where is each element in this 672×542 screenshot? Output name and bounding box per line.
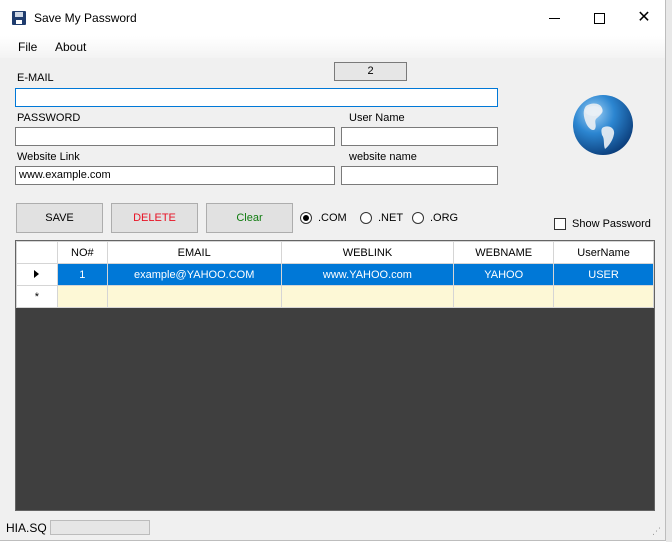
header-row: NO# EMAIL WEBLINK WEBNAME UserName	[16, 241, 654, 264]
show-password-checkbox[interactable]	[554, 218, 566, 230]
records-grid[interactable]: NO# EMAIL WEBLINK WEBNAME UserName 1 exa…	[15, 240, 655, 511]
row-header[interactable]	[16, 263, 58, 286]
table-row[interactable]: 1 example@YAHOO.COM www.YAHOO.com YAHOO …	[16, 263, 654, 286]
close-button[interactable]: ✕	[622, 4, 665, 32]
column-header-email[interactable]: EMAIL	[106, 241, 282, 264]
menu-file[interactable]: File	[18, 40, 37, 54]
new-cell[interactable]	[106, 285, 282, 308]
new-row-star-icon: *	[34, 290, 40, 303]
website-name-label: website name	[349, 151, 417, 163]
radio-com-label: .COM	[318, 212, 347, 224]
show-password-label: Show Password	[572, 218, 651, 230]
new-cell[interactable]	[56, 285, 108, 308]
records-table: NO# EMAIL WEBLINK WEBNAME UserName 1 exa…	[16, 241, 654, 308]
current-row-arrow-icon	[34, 269, 40, 278]
menu-about[interactable]: About	[55, 40, 86, 54]
password-field[interactable]	[15, 127, 335, 146]
radio-net-label: .NET	[378, 212, 404, 224]
status-label: HIA.SQ	[6, 521, 47, 535]
website-link-field[interactable]: www.example.com	[15, 166, 335, 185]
new-cell[interactable]	[453, 285, 555, 308]
resize-grip-icon[interactable]: ⋰	[652, 526, 661, 537]
minimize-button[interactable]	[532, 4, 576, 32]
new-row-header[interactable]: *	[16, 285, 58, 308]
cell-username[interactable]: USER	[553, 263, 654, 286]
username-label: User Name	[349, 112, 405, 124]
column-header-no[interactable]: NO#	[56, 241, 108, 264]
globe-icon	[573, 95, 633, 155]
column-header-username[interactable]: UserName	[553, 241, 654, 264]
email-label: E-MAIL	[17, 72, 54, 84]
record-counter: 2	[334, 62, 407, 81]
radio-com[interactable]	[300, 212, 312, 224]
title-bar[interactable]: Save My Password ✕	[0, 0, 665, 36]
cell-weblink[interactable]: www.YAHOO.com	[280, 263, 455, 286]
status-bar: HIA.SQ ⋰	[0, 515, 665, 540]
window-title: Save My Password	[34, 11, 137, 25]
new-cell[interactable]	[553, 285, 654, 308]
column-header-webname[interactable]: WEBNAME	[453, 241, 555, 264]
progress-bar	[50, 520, 150, 535]
maximize-button[interactable]	[577, 4, 621, 32]
radio-org-label: .ORG	[430, 212, 459, 224]
save-button[interactable]: SAVE	[16, 203, 103, 233]
cell-email[interactable]: example@YAHOO.COM	[106, 263, 282, 286]
website-link-label: Website Link	[17, 151, 80, 163]
cell-webname[interactable]: YAHOO	[453, 263, 555, 286]
cell-no[interactable]: 1	[56, 263, 108, 286]
menu-bar: File About	[0, 36, 665, 58]
delete-button[interactable]: DELETE	[111, 203, 198, 233]
app-window: Save My Password ✕ File About E-MAIL 2 P…	[0, 0, 666, 541]
clear-button[interactable]: Clear	[206, 203, 293, 233]
email-field[interactable]	[15, 88, 498, 107]
password-label: PASSWORD	[17, 112, 81, 124]
column-header-weblink[interactable]: WEBLINK	[280, 241, 455, 264]
website-name-field[interactable]	[341, 166, 498, 185]
corner-header[interactable]	[16, 241, 58, 264]
radio-net[interactable]	[360, 212, 372, 224]
username-field[interactable]	[341, 127, 498, 146]
background-window	[666, 0, 672, 542]
new-row[interactable]: *	[16, 285, 654, 308]
floppy-disk-icon	[12, 11, 26, 25]
radio-org[interactable]	[412, 212, 424, 224]
new-cell[interactable]	[280, 285, 455, 308]
